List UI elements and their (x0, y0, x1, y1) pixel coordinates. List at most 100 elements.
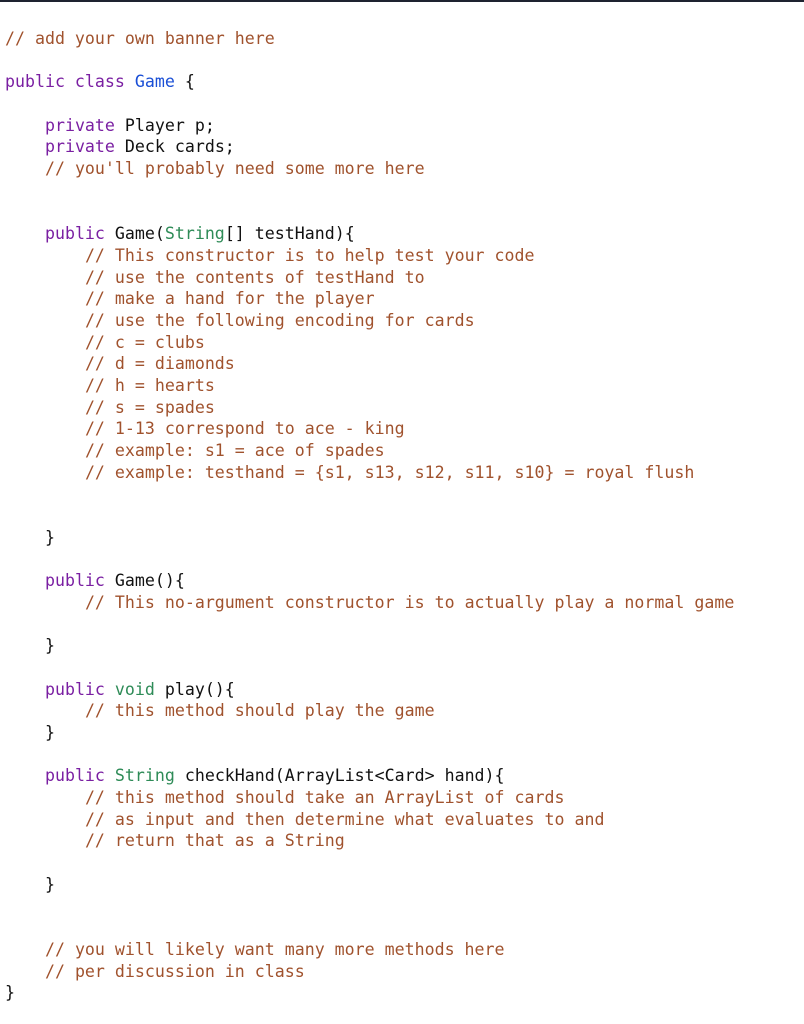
code-token: } (5, 527, 55, 547)
comment-token: // this method should take an ArrayList … (84, 788, 565, 808)
code-token: Deck cards; (124, 137, 235, 157)
type-token: String (114, 766, 185, 786)
comment-token: // as input and then determine what eval… (84, 809, 605, 829)
code-line: } (5, 527, 734, 549)
code-line: // return that as a String (5, 830, 734, 852)
code-token: } (5, 874, 55, 894)
code-line: // you will likely want many more method… (5, 939, 734, 961)
code-line: // use the following encoding for cards (5, 310, 734, 332)
code-line: // this method should take an ArrayList … (5, 787, 734, 809)
comment-token: // example: s1 = ace of spades (84, 441, 385, 461)
code-line: // This constructor is to help test your… (5, 245, 734, 267)
code-token: { (174, 72, 195, 92)
code-line: // h = hearts (5, 375, 734, 397)
code-line: public class Game { (5, 71, 734, 93)
code-line: // This no-argument constructor is to ac… (5, 592, 734, 614)
code-token: Game(){ (114, 571, 185, 591)
code-line: private Player p; (5, 115, 734, 137)
code-editor[interactable]: // add your own banner here public class… (5, 28, 734, 1004)
code-line: // this method should play the game (5, 700, 734, 722)
code-line: // example: testhand = {s1, s13, s12, s1… (5, 462, 734, 484)
keyword-token: private (44, 137, 125, 157)
code-token: Game( (114, 224, 165, 244)
comment-token: // 1-13 correspond to ace - king (84, 419, 405, 439)
code-line: // per discussion in class (5, 961, 734, 983)
code-token: play(){ (164, 679, 235, 699)
code-line: // make a hand for the player (5, 288, 734, 310)
comment-token: // this method should play the game (84, 701, 435, 721)
comment-token: // you will likely want many more method… (44, 939, 505, 959)
comment-token: // per discussion in class (44, 961, 305, 981)
code-line: } (5, 722, 734, 744)
type-token: void (114, 679, 165, 699)
code-line: // c = clubs (5, 332, 734, 354)
comment-token: // make a hand for the player (84, 289, 375, 309)
keyword-token: public (44, 224, 115, 244)
keyword-token: public class (5, 72, 135, 92)
comment-token: // c = clubs (84, 332, 205, 352)
code-line: } (5, 635, 734, 657)
comment-token: // s = spades (84, 397, 215, 417)
code-line: public Game(){ (5, 570, 734, 592)
code-token: [] testHand){ (224, 224, 355, 244)
code-line: // as input and then determine what eval… (5, 809, 734, 831)
code-token: } (5, 636, 55, 656)
comment-token: // h = hearts (84, 376, 215, 395)
code-line: // 1-13 correspond to ace - king (5, 418, 734, 440)
code-line: } (5, 874, 734, 896)
code-line: // example: s1 = ace of spades (5, 440, 734, 462)
code-line: // you'll probably need some more here (5, 158, 734, 180)
code-line: // use the contents of testHand to (5, 267, 734, 289)
code-line: } (5, 982, 734, 1004)
keyword-token: private (44, 115, 125, 135)
comment-token: // return that as a String (84, 831, 345, 851)
type-token: String (164, 224, 225, 244)
code-line: // d = diamonds (5, 353, 734, 375)
code-token: } (5, 983, 15, 1003)
comment-token: // use the contents of testHand to (84, 267, 425, 287)
comment-token: // add your own banner here (5, 29, 275, 48)
class-name-token: Game (134, 72, 175, 92)
code-line: // add your own banner here (5, 28, 734, 50)
code-token: checkHand(ArrayList<Card> hand){ (184, 766, 505, 786)
code-token: } (5, 723, 55, 742)
code-line: public String checkHand(ArrayList<Card> … (5, 765, 734, 787)
window-top-border (0, 0, 804, 2)
comment-token: // you'll probably need some more here (44, 159, 425, 179)
